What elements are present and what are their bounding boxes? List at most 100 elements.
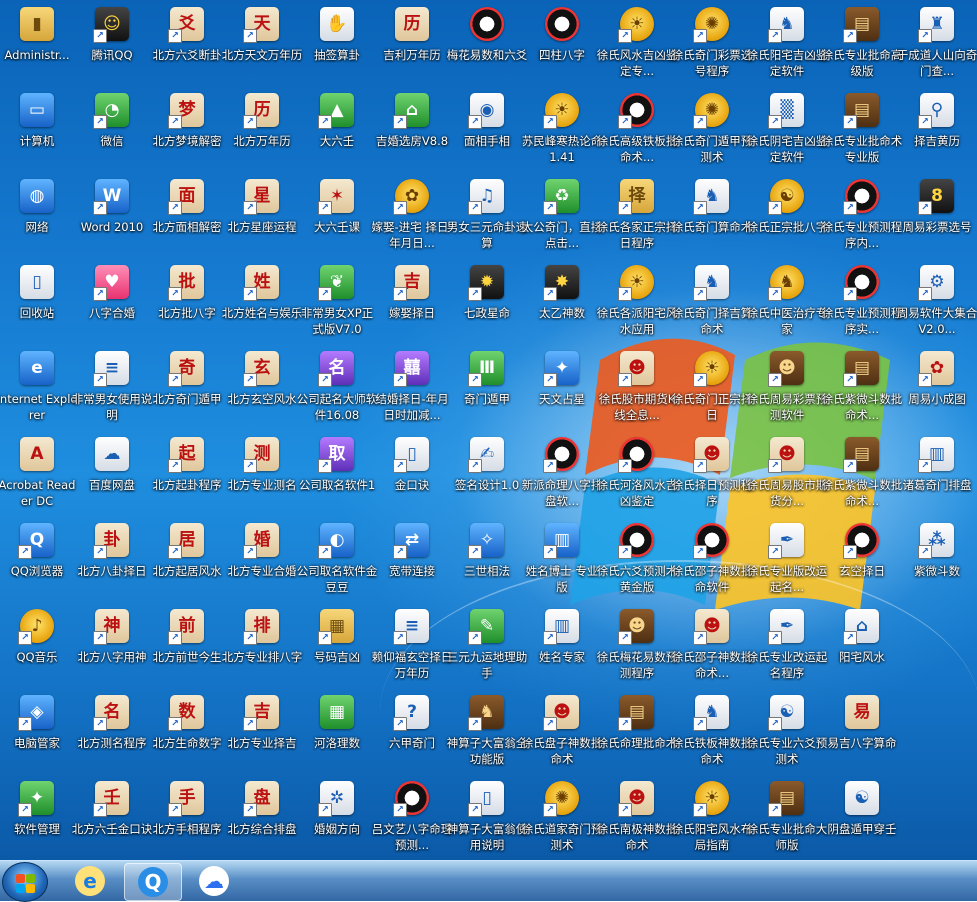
desktop-icon[interactable]: ▤ ↗ 徐氏专业批命术专业版 — [819, 89, 905, 175]
desktop-icon[interactable]: ◐ ↗ 公司取名软件金豆豆 — [294, 519, 380, 605]
desktop-icon[interactable]: 吉 ↗ 嫁娶择日 — [369, 261, 455, 347]
desktop-icon[interactable]: ♞ ↗ 神算子大富翁全功能版 — [444, 691, 530, 777]
desktop-icon[interactable]: ⌂ ↗ 吉婚选房V8.8 — [369, 89, 455, 175]
desktop-icon[interactable]: ▤ ↗ 徐氏专业批命大师版 — [744, 777, 830, 860]
taskbar-app-button[interactable]: Q — [124, 863, 182, 901]
desktop-icon[interactable]: 面 ↗ 北方面相解密 — [144, 175, 230, 261]
desktop-icon[interactable]: ↗ 新派命理八字排盘软... — [519, 433, 605, 519]
desktop-icon[interactable]: ✦ ↗ 天文占星 — [519, 347, 605, 433]
desktop-icon[interactable]: ☻ ↗ 徐氏南极神数批命术 — [594, 777, 680, 860]
desktop-icon[interactable]: 历 ↗ 北方万年历 — [219, 89, 305, 175]
desktop-icon[interactable]: ✿ ↗ 周易小成图 — [894, 347, 977, 433]
desktop-icon[interactable]: ☀ ↗ 徐氏奇门正宗择日 — [669, 347, 755, 433]
desktop-icon[interactable]: ♪ ↗ QQ音乐 — [0, 605, 80, 691]
desktop-icon[interactable]: ▦ ↗ 号码吉凶 — [294, 605, 380, 691]
desktop-icon[interactable]: ≡ ↗ 赖仰福玄空择日万年历 — [369, 605, 455, 691]
desktop-icon[interactable]: ✒ ↗ 徐氏专业版改运起名... — [744, 519, 830, 605]
desktop-icon[interactable]: ☻ ↗ 徐氏股市期货K线全息... — [594, 347, 680, 433]
desktop-icon[interactable]: 8 ↗ 周易彩票选号 — [894, 175, 977, 261]
desktop-icon[interactable]: 婚 ↗ 北方专业合婚 — [219, 519, 305, 605]
desktop-icon[interactable]: ▤ ↗ 徐氏紫微斗数批命术... — [819, 347, 905, 433]
desktop-icon[interactable]: ☀ ↗ 徐氏各派阳宅风水应用 — [594, 261, 680, 347]
desktop-icon[interactable]: 数 ↗ 北方生命数字 — [144, 691, 230, 777]
desktop-icon[interactable]: ☻ ↗ 徐氏周易股市期货分... — [744, 433, 830, 519]
desktop-icon[interactable]: 壬 ↗ 北方六壬金口诀 — [69, 777, 155, 860]
start-button[interactable] — [2, 862, 48, 902]
desktop-icon[interactable]: ✺ ↗ 徐氏奇门彩票选号程序 — [669, 3, 755, 89]
desktop-icon[interactable]: ✎ ↗ 三元九运地理助手 — [444, 605, 530, 691]
desktop-icon[interactable]: ☻ ↗ 徐氏邵子神数批命术... — [669, 605, 755, 691]
desktop-icon[interactable]: ▤ ↗ 徐氏命理批命术 — [594, 691, 680, 777]
desktop-icon[interactable]: ↗ 徐氏六爻预测术黄金版 — [594, 519, 680, 605]
desktop-icon[interactable]: ◍ 网络 — [0, 175, 80, 261]
desktop-icon[interactable]: ↗ 玄空择日 — [819, 519, 905, 605]
desktop-icon[interactable]: ♞ ↗ 徐氏阳宅吉凶鉴定软件 — [744, 3, 830, 89]
desktop-icon[interactable]: ▒ ↗ 徐氏阴宅吉凶鉴定软件 — [744, 89, 830, 175]
desktop-icon[interactable]: ♜ ↗ 于成道人山向奇门查... — [894, 3, 977, 89]
desktop-icon[interactable]: 卦 ↗ 北方八卦择日 — [69, 519, 155, 605]
desktop-icon[interactable]: ✧ ↗ 三世相法 — [444, 519, 530, 605]
desktop-icon[interactable]: ☯ ↗ 徐氏正宗批八字 — [744, 175, 830, 261]
taskbar-app-button[interactable]: ☁ — [186, 863, 242, 899]
desktop-icon[interactable]: 玄 ↗ 北方玄空风水 — [219, 347, 305, 433]
desktop-icon[interactable]: 神 ↗ 北方八字用神 — [69, 605, 155, 691]
desktop-icon[interactable]: ▤ ↗ 徐氏专业批命高级版 — [819, 3, 905, 89]
desktop-icon[interactable]: ? ↗ 六甲奇门 — [369, 691, 455, 777]
desktop-icon[interactable]: ♞ ↗ 徐氏奇门算命术 — [669, 175, 755, 261]
desktop-icon[interactable]: ≡ ↗ 非常男女使用说明 — [69, 347, 155, 433]
desktop-icon[interactable]: 名 ↗ 北方测名程序 — [69, 691, 155, 777]
desktop-icon[interactable]: 囍 ↗ 结婚择日-年月日时加减... — [369, 347, 455, 433]
desktop-icon[interactable]: ☀ ↗ 徐氏风水吉凶鉴定专... — [594, 3, 680, 89]
desktop-icon[interactable]: Q ↗ QQ浏览器 — [0, 519, 80, 605]
desktop-icon[interactable]: ◉ ↗ 面相手相 — [444, 89, 530, 175]
desktop-icon[interactable]: ❦ ↗ 非常男女XP正式版V7.0 — [294, 261, 380, 347]
desktop-icon[interactable]: ▮ Administr... — [0, 3, 80, 89]
desktop-icon[interactable]: ☺ ↗ 腾讯QQ — [69, 3, 155, 89]
desktop-icon[interactable]: ◈ ↗ 电脑管家 — [0, 691, 80, 777]
desktop-icon[interactable]: 居 ↗ 北方起居风水 — [144, 519, 230, 605]
desktop-icon[interactable]: ♞ ↗ 徐氏奇门择吉算命术 — [669, 261, 755, 347]
desktop-icon[interactable]: ☀ ↗ 徐氏阳宅风水布局指南 — [669, 777, 755, 860]
desktop-icon[interactable]: 盘 ↗ 北方综合排盘 — [219, 777, 305, 860]
desktop-icon[interactable]: ♞ ↗ 徐氏中医治疗专家 — [744, 261, 830, 347]
desktop-icon[interactable]: ♫ ↗ 男女三元命卦速算 — [444, 175, 530, 261]
desktop-icon[interactable]: ✦ ↗ 软件管理 — [0, 777, 80, 860]
desktop-icon[interactable]: ↗ 徐氏邵子神数批命软件 — [669, 519, 755, 605]
desktop-icon[interactable]: 起 ↗ 北方起卦程序 — [144, 433, 230, 519]
desktop-icon[interactable]: ✺ ↗ 徐氏奇门遁甲预测术 — [669, 89, 755, 175]
desktop-icon[interactable]: 取 ↗ 公司取名软件1 — [294, 433, 380, 519]
desktop-icon[interactable]: 爻 ↗ 北方六爻断卦 — [144, 3, 230, 89]
desktop-icon[interactable]: ♥ ↗ 八字合婚 — [69, 261, 155, 347]
desktop-icon[interactable]: 奇 ↗ 北方奇门遁甲 — [144, 347, 230, 433]
desktop-icon[interactable]: 星 ↗ 北方星座运程 — [219, 175, 305, 261]
desktop-icon[interactable]: ✒ ↗ 徐氏专业改运起名程序 — [744, 605, 830, 691]
desktop-icon[interactable]: ▭ 计算机 — [0, 89, 80, 175]
desktop-icon[interactable]: ♞ ↗ 徐氏铁板神数批命术 — [669, 691, 755, 777]
desktop-icon[interactable]: ✲ ↗ 婚姻方向 — [294, 777, 380, 860]
taskbar-app-button[interactable]: e — [62, 863, 118, 899]
desktop-icon[interactable]: ▥ ↗ 姓名专家 — [519, 605, 605, 691]
desktop-icon[interactable]: ⁂ ↗ 紫微斗数 — [894, 519, 977, 605]
desktop-icon[interactable]: ☯ ↗ 徐氏专业六爻预测术 — [744, 691, 830, 777]
desktop-icon[interactable]: 择 ↗ 徐氏各家正宗择日程序 — [594, 175, 680, 261]
desktop-icon[interactable]: 测 ↗ 北方专业测名 — [219, 433, 305, 519]
desktop-icon[interactable]: ↗ 徐氏专业预测程序实... — [819, 261, 905, 347]
desktop-icon[interactable]: 吉 ↗ 北方专业择吉 — [219, 691, 305, 777]
desktop-icon[interactable]: ☯ 阴盘遁甲穿壬 — [819, 777, 905, 860]
desktop-icon[interactable]: 梦 ↗ 北方梦境解密 — [144, 89, 230, 175]
desktop-icon[interactable]: ⇄ ↗ 宽带连接 — [369, 519, 455, 605]
desktop-icon[interactable]: ✺ ↗ 徐氏道家奇门预测术 — [519, 777, 605, 860]
desktop-icon[interactable]: W ↗ Word 2010 — [69, 175, 155, 261]
desktop-icon[interactable]: ✹ ↗ 七政星命 — [444, 261, 530, 347]
desktop-icon[interactable]: A Acrobat Reader DC — [0, 433, 80, 519]
desktop-icon[interactable]: 批 ↗ 北方批八字 — [144, 261, 230, 347]
desktop-icon[interactable]: ☁ 百度网盘 — [69, 433, 155, 519]
desktop-icon[interactable]: ↗ 徐氏河洛风水吉凶鉴定 — [594, 433, 680, 519]
desktop-icon[interactable]: ✶ ↗ 大六壬课 — [294, 175, 380, 261]
desktop-icon[interactable]: ◔ ↗ 微信 — [69, 89, 155, 175]
desktop-icon[interactable]: ☻ ↗ 徐氏择日预测程序 — [669, 433, 755, 519]
desktop-icon[interactable]: e Internet Explorer — [0, 347, 80, 433]
desktop-icon[interactable]: 易易吉八字算命 — [819, 691, 905, 777]
desktop-icon[interactable]: ▦ 河洛理数 — [294, 691, 380, 777]
desktop-icon[interactable]: 手 ↗ 北方手相程序 — [144, 777, 230, 860]
